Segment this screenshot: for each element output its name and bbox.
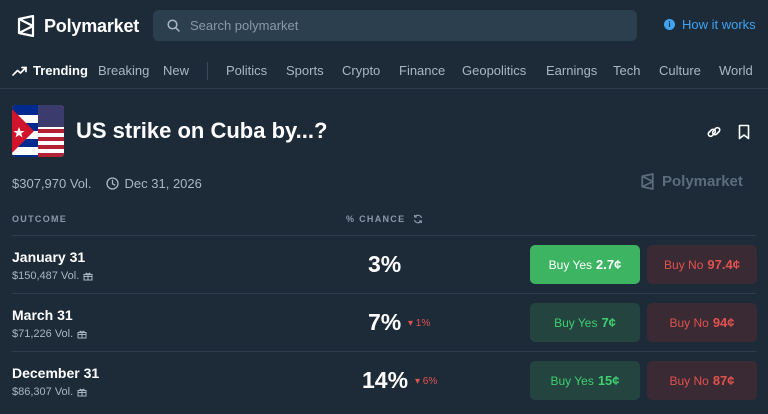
buy-yes-price: 15¢ [597, 373, 620, 388]
buy-no-label: Buy No [669, 373, 709, 388]
gift-icon [83, 272, 93, 281]
outcome-volume: $86,307 Vol. [12, 386, 87, 398]
outcome-volume: $71,226 Vol. [12, 328, 87, 340]
market-end-date: Dec 31, 2026 [105, 176, 202, 191]
outcome-chance: 7% [368, 309, 402, 335]
buy-yes-button[interactable]: Buy Yes 15¢ [530, 361, 640, 400]
nav-item-finance[interactable]: Finance [399, 63, 445, 78]
outcome-chance: 3% [368, 251, 402, 277]
outcome-name: January 31 [12, 249, 86, 265]
market-title: US strike on Cuba by...? [76, 118, 328, 143]
nav-item-tech[interactable]: Tech [613, 63, 640, 78]
market-thumbnail [12, 105, 64, 157]
outcome-name: December 31 [12, 365, 100, 381]
clock-icon [105, 177, 119, 190]
nav-item-sports[interactable]: Sports [286, 63, 324, 78]
logo-text: Polymarket [44, 15, 140, 36]
nav-item-earnings[interactable]: Earnings [546, 63, 597, 78]
chance-header-label: % CHANCE [346, 214, 406, 224]
chance-change: ▾ 1% [408, 318, 431, 329]
how-it-works-link[interactable]: i How it works [664, 17, 756, 32]
nav-item-crypto[interactable]: Crypto [342, 63, 380, 78]
polymarket-watermark: Polymarket [640, 173, 743, 190]
search-bar[interactable] [153, 10, 637, 41]
info-icon: i [664, 19, 675, 30]
outcome-header-label: OUTCOME [12, 214, 68, 224]
buy-no-button[interactable]: Buy No 87¢ [647, 361, 757, 400]
trending-icon [12, 66, 27, 76]
watermark-text: Polymarket [662, 173, 743, 190]
bookmark-icon[interactable] [736, 124, 752, 140]
buy-yes-price: 2.7¢ [596, 257, 622, 272]
buy-yes-label: Buy Yes [554, 315, 598, 330]
gift-icon [77, 330, 87, 339]
buy-no-price: 97.4¢ [707, 257, 740, 272]
search-input[interactable] [190, 18, 610, 33]
buy-yes-label: Buy Yes [548, 257, 593, 272]
buy-yes-button[interactable]: Buy Yes 7¢ [530, 303, 640, 342]
nav-item-new[interactable]: New [163, 63, 189, 78]
outcome-chance: 14% [362, 367, 409, 393]
link-icon[interactable] [706, 124, 722, 140]
nav-item-trending[interactable]: Trending [12, 63, 88, 78]
buy-yes-label: Buy Yes [550, 373, 594, 388]
outcome-volume-label: $150,487 Vol. [12, 270, 80, 282]
buy-no-label: Buy No [669, 315, 709, 330]
buy-yes-button[interactable]: Buy Yes 2.7¢ [530, 245, 640, 284]
refresh-icon[interactable] [413, 214, 423, 224]
nav-label-trending: Trending [33, 63, 88, 78]
polymarket-logo-icon [17, 15, 35, 37]
search-icon [167, 19, 180, 32]
buy-no-price: 94¢ [712, 315, 735, 330]
gift-icon [77, 388, 87, 397]
nav-divider [207, 62, 208, 80]
category-nav: Trending Breaking New Politics Sports Cr… [0, 52, 768, 89]
outcome-row: March 31 $71,226 Vol. 7% ▾ 1% Buy Yes 7¢… [12, 293, 757, 351]
nav-item-geopolitics[interactable]: Geopolitics [462, 63, 526, 78]
buy-no-button[interactable]: Buy No 94¢ [647, 303, 757, 342]
logo[interactable]: Polymarket [16, 14, 139, 38]
outcome-volume-label: $71,226 Vol. [12, 328, 74, 340]
outcome-volume-label: $86,307 Vol. [12, 386, 74, 398]
market-volume: $307,970 Vol. [12, 176, 92, 191]
nav-item-world[interactable]: World [719, 63, 753, 78]
nav-item-breaking[interactable]: Breaking [98, 63, 149, 78]
buy-no-button[interactable]: Buy No 97.4¢ [647, 245, 757, 284]
chance-column-header: % CHANCE [346, 214, 423, 224]
outcome-column-header: OUTCOME [12, 214, 67, 224]
nav-item-politics[interactable]: Politics [226, 63, 267, 78]
market-meta: $307,970 Vol. Dec 31, 2026 [12, 176, 202, 191]
buy-yes-price: 7¢ [601, 315, 616, 330]
buy-no-price: 87¢ [712, 373, 735, 388]
outcome-volume: $150,487 Vol. [12, 270, 93, 282]
buy-no-label: Buy No [664, 257, 704, 272]
nav-item-culture[interactable]: Culture [659, 63, 701, 78]
outcome-name: March 31 [12, 307, 73, 323]
end-date-label: Dec 31, 2026 [124, 176, 202, 191]
polymarket-logo-icon [641, 173, 654, 190]
how-it-works-label: How it works [682, 17, 756, 32]
chance-change: ▾ 6% [415, 376, 438, 387]
top-bar: Polymarket i How it works [0, 0, 768, 52]
outcome-row: January 31 $150,487 Vol. 3% Buy Yes 2.7¢… [12, 235, 757, 293]
outcome-row: December 31 $86,307 Vol. 14% ▾ 6% Buy Ye… [12, 351, 757, 409]
